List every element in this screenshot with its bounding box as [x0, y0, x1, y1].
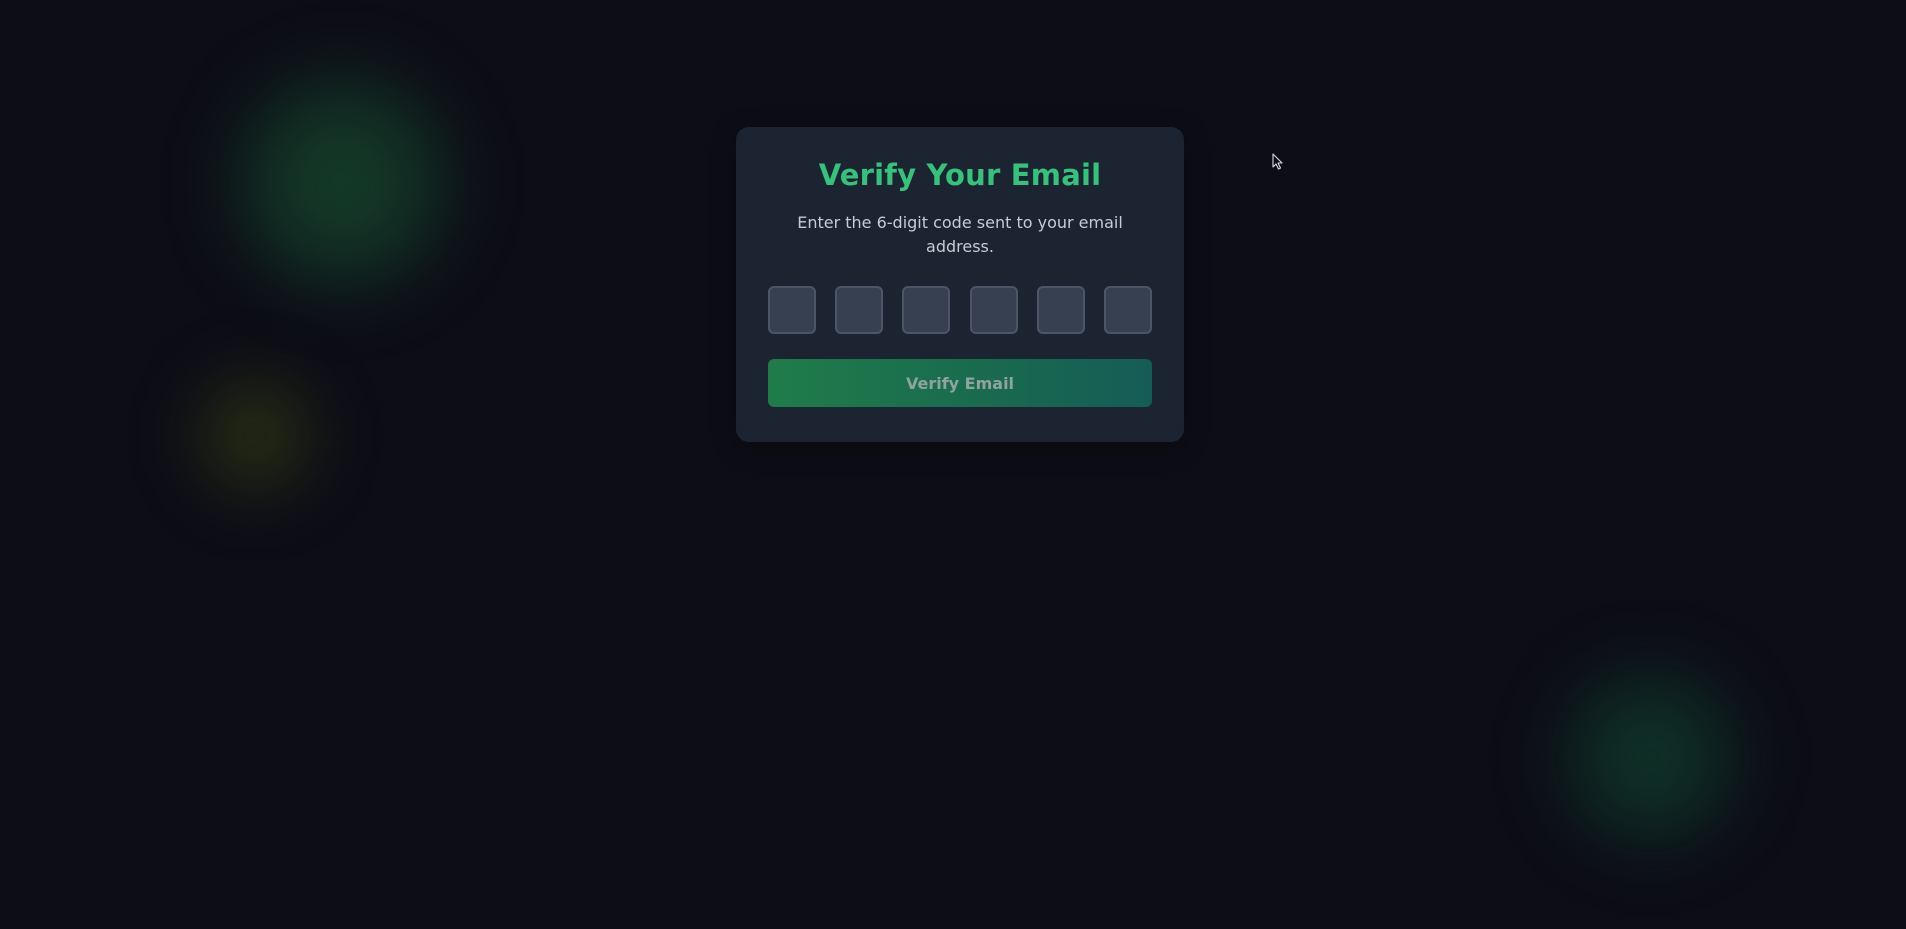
decorative-glow-teal — [1535, 650, 1765, 865]
cursor-arrow-icon — [1272, 153, 1283, 170]
decorative-glow-green — [205, 52, 480, 312]
page-title: Verify Your Email — [818, 158, 1102, 192]
decorative-glow-olive — [175, 360, 335, 510]
code-input-group — [768, 286, 1152, 334]
page-background: Verify Your Email Enter the 6-digit code… — [0, 0, 1906, 929]
code-digit-1-input[interactable] — [768, 286, 816, 334]
code-digit-4-input[interactable] — [969, 286, 1018, 334]
code-digit-6-input[interactable] — [1103, 286, 1152, 334]
verify-email-card: Verify Your Email Enter the 6-digit code… — [736, 127, 1184, 442]
code-digit-3-input[interactable] — [902, 286, 951, 334]
code-digit-5-input[interactable] — [1036, 286, 1085, 334]
instruction-text: Enter the 6-digit code sent to your emai… — [797, 213, 1123, 256]
verify-email-button[interactable]: Verify Email — [768, 359, 1152, 407]
code-digit-2-input[interactable] — [835, 286, 884, 334]
